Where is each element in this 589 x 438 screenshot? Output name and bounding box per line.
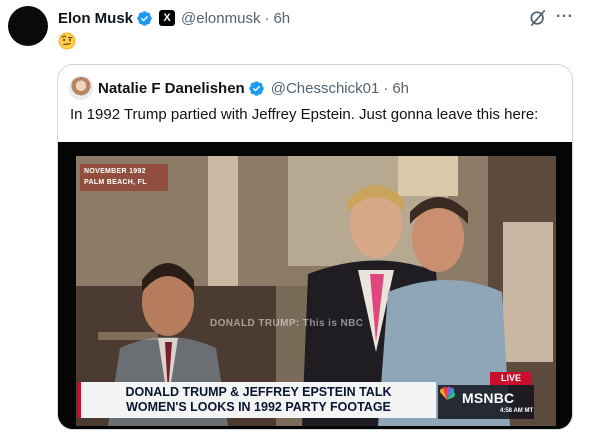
quoted-verified-badge-icon [248,80,264,96]
quoted-author-name[interactable]: Natalie F Danelishen [98,80,245,97]
quoted-author-avatar[interactable] [69,76,93,100]
news-chyron: DONALD TRUMP & JEFFREY EPSTEIN TALK WOME… [78,382,436,418]
quoted-separator-dot: · [383,79,389,97]
author-name[interactable]: Elon Musk [58,10,133,27]
network-name: MSNBC [462,390,515,406]
author-handle[interactable]: @elonmusk [181,10,260,27]
quoted-author-handle[interactable]: @Chesschick01 [271,80,380,97]
raised-eyebrow-emoji-icon [58,32,76,50]
broadcast-clock: 4:58 AM MT [500,408,534,414]
chyron-line1: DONALD TRUMP & JEFFREY EPSTEIN TALK [125,385,392,399]
location-tag-line2: PALM BEACH, FL [84,179,147,186]
quoted-post-header: Natalie F Danelishen @Chesschick01 · 6h [98,78,409,98]
live-badge: LIVE [490,372,532,385]
video-player[interactable]: NOVEMBER 1992 PALM BEACH, FL DONALD TRUM… [58,142,572,429]
quoted-post[interactable]: Natalie F Danelishen @Chesschick01 · 6h … [57,64,573,430]
verified-badge-icon [137,10,152,26]
post: Elon Musk X @elonmusk · 6h ··· Natalie F… [0,0,589,438]
network-logo: MSNBC 4:58 AM MT [438,385,534,419]
video-watermark: DONALD TRUMP: This is NBC [210,318,364,329]
chyron-line2: WOMEN'S LOOKS IN 1992 PARTY FOOTAGE [126,400,391,414]
post-time[interactable]: 6h [273,10,290,27]
location-tag-line1: NOVEMBER 1992 [84,168,146,175]
post-header: Elon Musk X @elonmusk · 6h [58,8,290,28]
more-icon[interactable]: ··· [556,8,576,28]
location-tag: NOVEMBER 1992 PALM BEACH, FL [80,164,168,191]
affiliation-badge-icon: X [159,10,176,26]
quoted-post-text: In 1992 Trump partied with Jeffrey Epste… [70,106,539,123]
quoted-post-time[interactable]: 6h [392,80,409,97]
grok-icon[interactable] [528,8,548,28]
peacock-icon [440,386,455,400]
separator-dot: · [264,9,270,27]
author-avatar[interactable] [8,6,48,46]
